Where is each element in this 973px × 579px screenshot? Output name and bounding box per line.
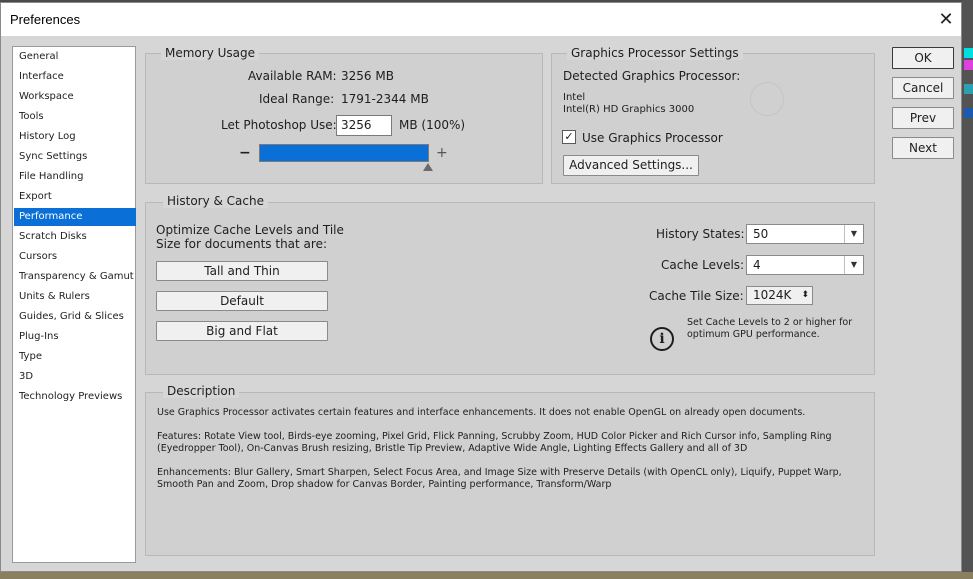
chevron-down-icon: ▼	[844, 256, 863, 274]
optimize-text-line2: Size for documents that are:	[156, 237, 328, 251]
cache-tile-size-value: 1024K	[753, 288, 792, 302]
swatch-cyan	[964, 48, 973, 58]
optimize-text-line1: Optimize Cache Levels and Tile	[156, 223, 344, 237]
memory-percent-label: MB (100%)	[399, 118, 466, 132]
memory-usage-title: Memory Usage	[161, 46, 260, 60]
sidebar-item-plug-ins[interactable]: Plug-Ins	[14, 328, 136, 346]
check-mark-icon: ✓	[564, 130, 574, 143]
swatch-blue	[964, 108, 973, 118]
sidebar-item-export[interactable]: Export	[14, 188, 136, 206]
description-paragraph-2: Features: Rotate View tool, Birds-eye zo…	[157, 431, 832, 454]
cancel-button[interactable]: Cancel	[892, 77, 954, 99]
use-gpu-label: Use Graphics Processor	[582, 131, 723, 145]
available-ram-label: Available RAM:	[248, 69, 337, 83]
detected-gpu-label: Detected Graphics Processor:	[563, 69, 741, 83]
history-cache-title: History & Cache	[163, 194, 268, 208]
cache-levels-label: Cache Levels:	[661, 258, 745, 272]
gpu-model: Intel(R) HD Graphics 3000	[563, 104, 695, 115]
gpu-settings-title: Graphics Processor Settings	[567, 46, 743, 60]
cache-levels-value: 4	[753, 258, 761, 272]
ideal-range-value: 1791-2344 MB	[341, 92, 429, 106]
next-button[interactable]: Next	[892, 137, 954, 159]
sidebar-item-guides-grid-slices[interactable]: Guides, Grid & Slices	[14, 308, 136, 326]
memory-slider-thumb[interactable]	[423, 163, 433, 171]
info-icon: i	[650, 327, 674, 351]
prev-button[interactable]: Prev	[892, 107, 954, 129]
sidebar-item-cursors[interactable]: Cursors	[14, 248, 136, 266]
title-bar: Preferences ✕	[1, 3, 961, 36]
sidebar-item-scratch-disks[interactable]: Scratch Disks	[14, 228, 136, 246]
sidebar-item-sync-settings[interactable]: Sync Settings	[14, 148, 136, 166]
cache-tile-size-label: Cache Tile Size:	[649, 289, 744, 303]
default-button[interactable]: Default	[156, 291, 328, 311]
gpu-spinner-icon	[750, 82, 784, 116]
preferences-sidebar: General Interface Workspace Tools Histor…	[12, 46, 136, 563]
swatch-magenta	[964, 60, 973, 70]
let-photoshop-use-label: Let Photoshop Use:	[221, 118, 337, 132]
sidebar-item-units-rulers[interactable]: Units & Rulers	[14, 288, 136, 306]
sidebar-item-workspace[interactable]: Workspace	[14, 88, 136, 106]
advanced-settings-button[interactable]: Advanced Settings...	[563, 155, 699, 176]
preferences-dialog: Preferences ✕ General Interface Workspac…	[0, 2, 962, 572]
memory-increase-icon[interactable]: +	[436, 145, 448, 161]
memory-decrease-icon[interactable]: −	[239, 145, 251, 161]
big-and-flat-button[interactable]: Big and Flat	[156, 321, 328, 341]
ok-button[interactable]: OK	[892, 47, 954, 69]
up-down-arrows-icon: ⬍	[801, 290, 809, 300]
cache-tile-size-select[interactable]: 1024K ⬍	[746, 286, 813, 305]
cache-hint-line1: Set Cache Levels to 2 or higher for	[687, 317, 853, 328]
available-ram-value: 3256 MB	[341, 69, 394, 83]
history-states-value: 50	[753, 227, 769, 241]
description-title: Description	[163, 384, 240, 398]
tall-and-thin-button[interactable]: Tall and Thin	[156, 261, 328, 281]
memory-slider-fill	[260, 145, 428, 161]
description-paragraph-1: Use Graphics Processor activates certain…	[157, 407, 806, 418]
chevron-down-icon: ▼	[844, 225, 863, 243]
history-states-label: History States:	[656, 227, 745, 241]
window-title: Preferences	[10, 12, 81, 27]
sidebar-item-3d[interactable]: 3D	[14, 368, 136, 386]
description-paragraph-3: Enhancements: Blur Gallery, Smart Sharpe…	[157, 467, 842, 490]
sidebar-item-technology-previews[interactable]: Technology Previews	[14, 388, 136, 406]
gpu-vendor: Intel	[563, 92, 586, 103]
sidebar-item-tools[interactable]: Tools	[14, 108, 136, 126]
memory-amount-input[interactable]: 3256	[336, 115, 392, 136]
history-states-select[interactable]: 50 ▼	[746, 224, 864, 244]
sidebar-item-file-handling[interactable]: File Handling	[14, 168, 136, 186]
swatch-teal	[964, 84, 973, 94]
use-gpu-checkbox[interactable]: ✓	[562, 130, 576, 144]
sidebar-item-interface[interactable]: Interface	[14, 68, 136, 86]
cache-levels-select[interactable]: 4 ▼	[746, 255, 864, 275]
ideal-range-label: Ideal Range:	[259, 92, 335, 106]
cache-hint-line2: optimum GPU performance.	[687, 329, 820, 340]
memory-slider-track[interactable]	[259, 144, 429, 162]
sidebar-item-type[interactable]: Type	[14, 348, 136, 366]
sidebar-item-performance[interactable]: Performance	[14, 208, 136, 226]
sidebar-item-transparency-gamut[interactable]: Transparency & Gamut	[14, 268, 136, 286]
sidebar-item-general[interactable]: General	[14, 48, 136, 66]
sidebar-item-history-log[interactable]: History Log	[14, 128, 136, 146]
close-icon[interactable]: ✕	[935, 9, 957, 31]
app-bottom-strip	[0, 572, 973, 579]
